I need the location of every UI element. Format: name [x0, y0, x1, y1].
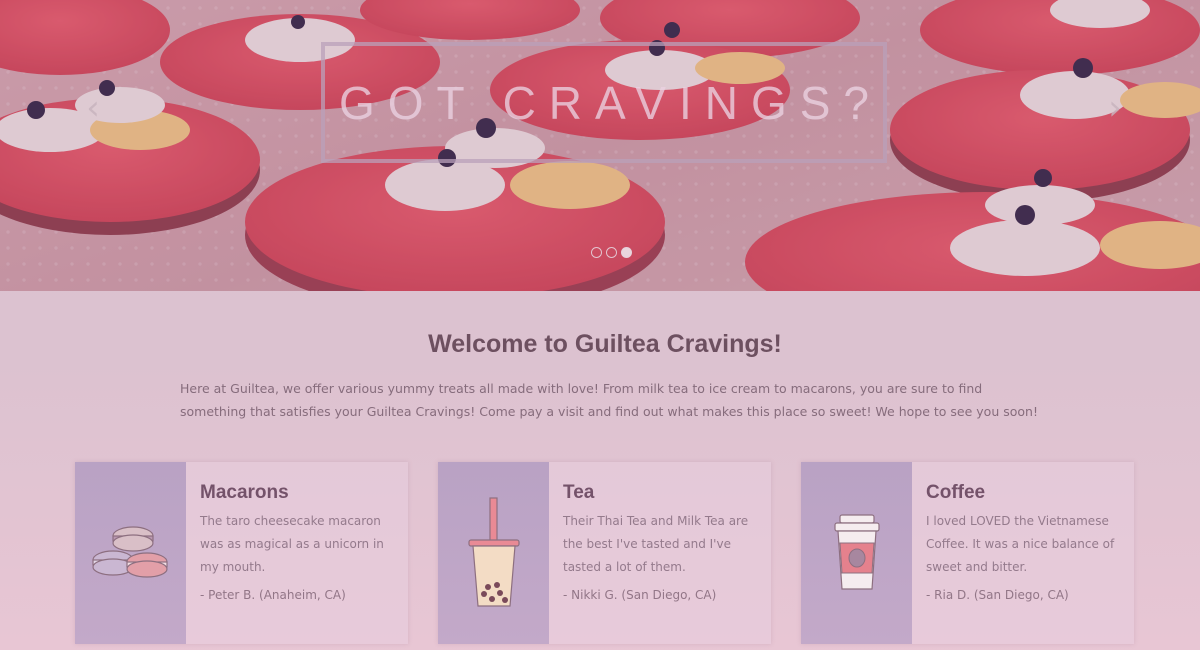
hero-headline: GOT CRAVINGS?	[338, 76, 883, 129]
card-icon-pane	[75, 462, 186, 644]
card-title: Coffee	[926, 482, 986, 503]
card-body: Macarons The taro cheesecake macaron was…	[186, 462, 408, 644]
testimonial-card-tea: Tea Their Thai Tea and Milk Tea are the …	[438, 462, 771, 644]
card-author: - Nikki G. (San Diego, CA)	[563, 588, 717, 602]
chevron-left-icon: ‹	[86, 88, 100, 128]
card-title: Tea	[563, 482, 595, 503]
hero-carousel: GOT CRAVINGS? ‹ ›	[0, 0, 1200, 291]
card-quote: Their Thai Tea and Milk Tea are the best…	[563, 514, 749, 574]
card-title: Macarons	[200, 482, 289, 503]
testimonial-card-macarons: Macarons The taro cheesecake macaron was…	[75, 462, 408, 644]
carousel-indicators	[591, 247, 632, 258]
card-quote: I loved LOVED the Vietnamese Coffee. It …	[926, 514, 1115, 574]
card-body: Coffee I loved LOVED the Vietnamese Coff…	[912, 462, 1134, 644]
card-body: Tea Their Thai Tea and Milk Tea are the …	[549, 462, 771, 644]
card-icon-pane	[438, 462, 549, 644]
card-author: - Peter B. (Anaheim, CA)	[200, 588, 346, 602]
macaron-icon	[91, 526, 168, 578]
carousel-dot-active[interactable]	[621, 247, 632, 258]
carousel-dot[interactable]	[591, 247, 602, 258]
testimonial-card-coffee: Coffee I loved LOVED the Vietnamese Coff…	[801, 462, 1134, 644]
card-author: - Ria D. (San Diego, CA)	[926, 588, 1069, 602]
chevron-right-icon: ›	[1108, 88, 1122, 128]
carousel-dot[interactable]	[606, 247, 617, 258]
headline-frame: GOT CRAVINGS?	[321, 42, 887, 163]
carousel-next-button[interactable]: ›	[1100, 88, 1130, 128]
welcome-title: Welcome to Guiltea Cravings!	[428, 330, 782, 358]
welcome-text: Here at Guiltea, we offer various yummy …	[180, 381, 1038, 419]
coffee-cup-icon	[833, 514, 880, 590]
boba-tea-icon	[467, 496, 520, 607]
carousel-prev-button[interactable]: ‹	[78, 88, 108, 128]
card-quote: The taro cheesecake macaron was as magic…	[200, 514, 384, 574]
card-icon-pane	[801, 462, 912, 644]
